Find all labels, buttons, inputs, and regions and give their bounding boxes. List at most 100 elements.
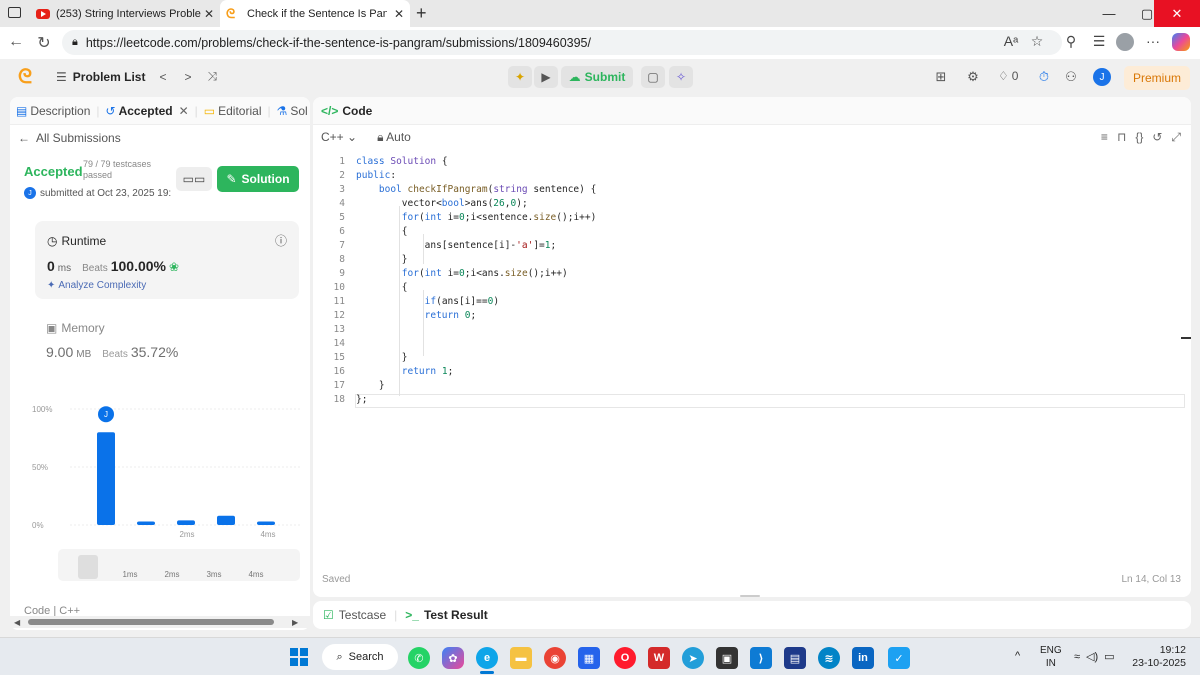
memory-number: 9.00 xyxy=(46,344,74,360)
edge-icon[interactable]: e xyxy=(476,647,498,669)
prev-problem-icon[interactable]: < xyxy=(159,70,166,84)
shuffle-icon[interactable]: ⤨ xyxy=(207,69,217,84)
search-icon: ⌕ xyxy=(336,650,343,663)
app-icon[interactable]: ≋ xyxy=(818,647,840,669)
debug-icon[interactable]: ✦ xyxy=(508,66,532,88)
tab-actions-icon[interactable] xyxy=(8,7,21,18)
file-explorer-icon[interactable]: ▬ xyxy=(510,647,532,669)
submit-button[interactable]: ☁ Submit xyxy=(561,66,633,88)
note-icon[interactable]: ▢ xyxy=(641,66,665,88)
store-icon[interactable]: ▦ xyxy=(578,647,600,669)
windows-start-icon[interactable] xyxy=(290,648,308,666)
timer-icon[interactable]: ⏱ xyxy=(1035,69,1053,85)
taskbar-clock[interactable]: 19:12 23-10-2025 xyxy=(1132,644,1186,670)
favorites-icon[interactable]: ☰ xyxy=(1088,33,1110,50)
all-submissions-link[interactable]: ← All Submissions xyxy=(18,131,121,145)
run-button[interactable]: ▶ xyxy=(534,66,558,88)
back-icon[interactable]: ← xyxy=(6,33,26,51)
runtime-distribution-chart[interactable]: 100% 50% 0% J 2ms 4ms 1ms 2ms 3ms 4ms xyxy=(10,387,310,627)
next-problem-icon[interactable]: > xyxy=(184,70,191,84)
braces-icon[interactable]: {} xyxy=(1135,130,1143,145)
extensions-icon[interactable]: ⚲ xyxy=(1060,33,1082,50)
upload-cloud-icon: ☁ xyxy=(568,70,581,84)
read-aloud-icon[interactable]: Aᵃ xyxy=(1000,33,1022,49)
auto-mode[interactable]: 🔒︎ Auto xyxy=(377,130,411,145)
close-tab-icon[interactable]: ✕ xyxy=(394,7,404,21)
linkedin-icon[interactable]: in xyxy=(852,647,874,669)
streak-count: 0 xyxy=(1011,69,1019,83)
language-select[interactable]: C++ ⌄ xyxy=(321,130,357,145)
profile-avatar[interactable] xyxy=(1116,33,1134,51)
user-avatar[interactable]: J xyxy=(1093,68,1111,86)
url-field[interactable]: 🔒︎ https://leetcode.com/problems/check-i… xyxy=(62,30,1062,55)
add-friend-icon[interactable]: ⚇ xyxy=(1062,69,1080,85)
tab-testcase[interactable]: ☑ Testcase xyxy=(323,608,386,622)
reset-icon[interactable]: ↺ xyxy=(1152,130,1162,145)
tab-label: Sol xyxy=(290,103,308,118)
line-number: 8 xyxy=(339,254,345,265)
code-editor[interactable]: 1 class Solution { 2 public: 3 bool chec… xyxy=(313,152,1191,412)
panel-resize-handle[interactable] xyxy=(740,595,760,597)
memory-label[interactable]: ▣ Memory xyxy=(46,321,105,335)
copilot-icon[interactable] xyxy=(1172,33,1190,51)
submitted-at: J submitted at Oct 23, 2025 19: xyxy=(24,187,171,199)
input-language[interactable]: ENG IN xyxy=(1040,644,1062,670)
reload-icon[interactable]: ↻ xyxy=(34,33,54,53)
tab-test-result[interactable]: >_ Test Result xyxy=(405,608,487,622)
tab-accepted[interactable]: ↺ Accepted ✕ xyxy=(100,104,195,118)
wps-icon[interactable]: W xyxy=(648,647,670,669)
test-panel-tabs: ☑ Testcase | >_ Test Result xyxy=(313,601,1191,629)
left-scrollbar[interactable]: ◀ ▶ xyxy=(10,616,310,628)
format-icon[interactable]: ≡ xyxy=(1101,130,1108,145)
close-tab-icon[interactable]: ✕ xyxy=(204,7,214,21)
memory-chip-icon: ▣ xyxy=(46,321,58,335)
chevron-up-icon[interactable]: ^ xyxy=(1015,650,1020,662)
opera-icon[interactable]: O xyxy=(614,647,636,669)
more-menu-icon[interactable]: ··· xyxy=(1142,33,1164,49)
scrollbar-thumb[interactable] xyxy=(28,619,274,625)
settings-gear-icon[interactable]: ⚙ xyxy=(964,69,982,85)
browser-tab-youtube[interactable]: (253) String Interviews Problem S ✕ xyxy=(30,0,220,27)
dev-icon[interactable]: ▣ xyxy=(716,647,738,669)
copilot-app-icon[interactable]: ✿ xyxy=(442,647,464,669)
calculator-icon[interactable]: ▤ xyxy=(784,647,806,669)
problem-list-link[interactable]: ☰ Problem List < > ⤨ xyxy=(56,69,217,84)
close-window-icon[interactable]: ✕ xyxy=(1154,0,1200,27)
close-tab-icon[interactable]: ✕ xyxy=(179,104,189,118)
site-info-icon[interactable]: 🔒︎ xyxy=(72,36,78,49)
code-panel: </> Code C++ ⌄ 🔒︎ Auto ≡ ⊓ {} ↺ ⤢ 1 clas… xyxy=(313,97,1191,597)
taskbar-search[interactable]: ⌕ Search xyxy=(322,644,398,670)
info-icon[interactable]: ⓘ xyxy=(275,232,287,249)
range-tick-label: 4ms xyxy=(248,570,263,579)
leetcode-logo[interactable]: ᘓ xyxy=(18,66,40,88)
analyze-complexity-link[interactable]: ✦ Analyze Complexity xyxy=(47,280,146,291)
tab-description[interactable]: ▤ Description xyxy=(10,104,96,118)
tab-editorial[interactable]: ▭ Editorial xyxy=(198,104,268,118)
whatsapp-icon[interactable]: ✆ xyxy=(408,647,430,669)
browser-tab-leetcode[interactable]: ᘓ Check if the Sentence Is Pangram ✕ xyxy=(220,0,410,27)
scroll-right-icon[interactable]: ▶ xyxy=(292,618,298,627)
system-tray[interactable]: ≈ ◁) ▭ xyxy=(1074,650,1115,664)
code-line: }; xyxy=(356,394,368,405)
x-tick-label: 4ms xyxy=(260,530,275,539)
solution-button[interactable]: ✎ Solution xyxy=(217,166,299,192)
new-tab-icon[interactable]: + xyxy=(416,3,427,24)
open-book-icon[interactable]: ▭▭ xyxy=(176,167,212,191)
fullscreen-icon[interactable]: ⤢ xyxy=(1171,130,1181,145)
layout-grid-icon[interactable]: ⊞ xyxy=(932,69,950,85)
bookmark-icon[interactable]: ⊓ xyxy=(1117,130,1126,145)
runtime-value: 0 ms Beats 100.00% ❀ xyxy=(47,258,179,274)
ai-sparkle-icon[interactable]: ✧ xyxy=(669,66,693,88)
twitter-icon[interactable]: ✓ xyxy=(888,647,910,669)
chrome-icon[interactable]: ◉ xyxy=(544,647,566,669)
favorite-star-icon[interactable]: ☆ xyxy=(1026,33,1048,50)
analyze-label: Analyze Complexity xyxy=(58,280,147,291)
scroll-left-icon[interactable]: ◀ xyxy=(14,618,20,627)
vscode-icon[interactable]: ⟩ xyxy=(750,647,772,669)
tab-solutions[interactable]: ⚗ Sol xyxy=(271,104,310,118)
runtime-card[interactable]: ◷ Runtime ⓘ 0 ms Beats 100.00% ❀ ✦ Analy… xyxy=(35,221,299,299)
streak-counter[interactable]: ♢ 0 xyxy=(998,69,1018,83)
telegram-icon[interactable]: ➤ xyxy=(682,647,704,669)
premium-button[interactable]: Premium xyxy=(1124,66,1190,90)
chevron-down-icon: ⌄ xyxy=(347,130,358,144)
